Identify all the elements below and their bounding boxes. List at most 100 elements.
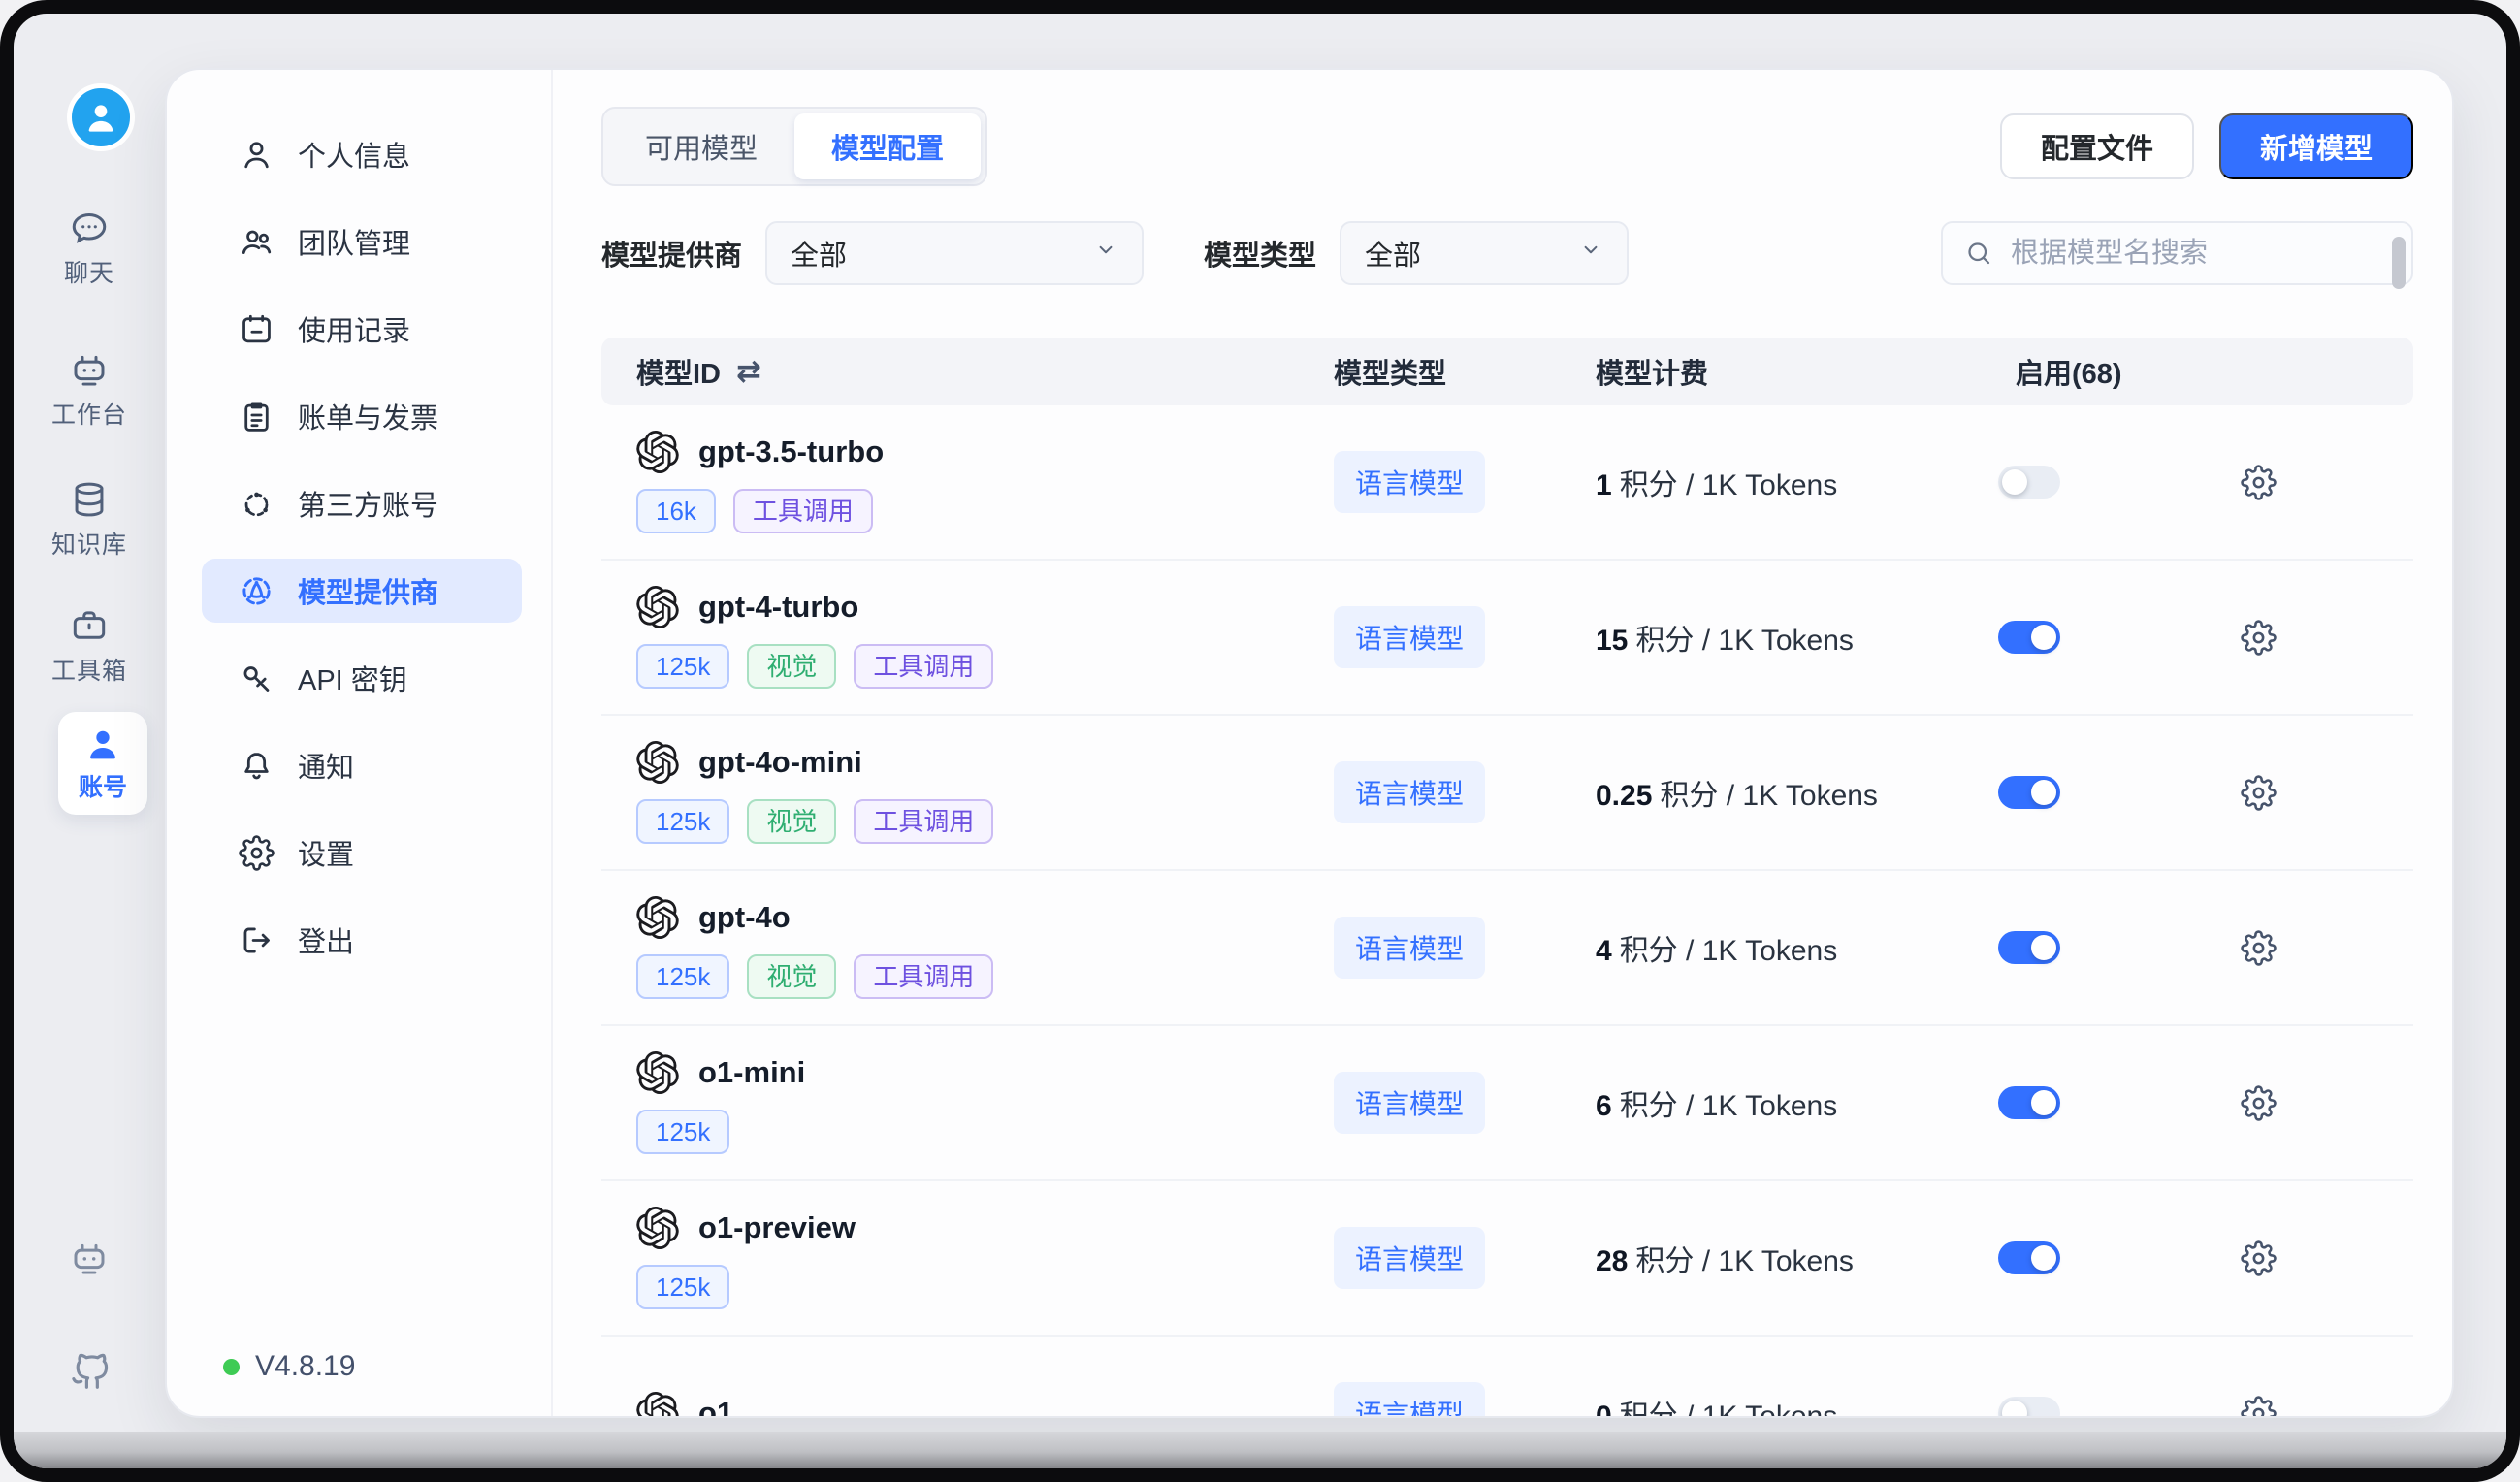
user-avatar[interactable] bbox=[67, 83, 135, 151]
gear-icon[interactable] bbox=[2241, 1085, 2277, 1121]
enable-toggle[interactable] bbox=[1998, 1086, 2060, 1119]
table-row: gpt-4o-mini 125k视觉工具调用 语言模型 0.25积分 / 1K … bbox=[601, 716, 2413, 871]
rail-item-toolbox[interactable]: 工具箱 bbox=[14, 605, 165, 687]
model-type-cell: 语言模型 bbox=[1334, 451, 1596, 513]
menu-item-billing[interactable]: 账单与发票 bbox=[202, 384, 522, 448]
enable-toggle[interactable] bbox=[1998, 1397, 2060, 1418]
enable-cell bbox=[1998, 776, 2241, 809]
model-type-badge: 语言模型 bbox=[1334, 451, 1485, 513]
menu-item-usage[interactable]: 使用记录 bbox=[202, 297, 522, 361]
billing-unit: 积分 / 1K Tokens bbox=[1620, 469, 1838, 501]
gear-icon[interactable] bbox=[2241, 1240, 2277, 1276]
billing-unit: 积分 / 1K Tokens bbox=[1620, 1401, 1838, 1418]
key-icon bbox=[239, 660, 275, 696]
model-type-badge: 语言模型 bbox=[1334, 761, 1485, 823]
chat-icon bbox=[69, 208, 110, 248]
topbar: 可用模型 模型配置 配置文件 新增模型 bbox=[601, 107, 2413, 186]
toolbar-actions: 配置文件 新增模型 bbox=[2000, 113, 2413, 179]
model-type-cell: 语言模型 bbox=[1334, 1072, 1596, 1134]
billing-unit: 积分 / 1K Tokens bbox=[1635, 1245, 1854, 1277]
menu-item-third-party[interactable]: 第三方账号 bbox=[202, 471, 522, 535]
network-icon bbox=[239, 486, 275, 522]
gear-icon[interactable] bbox=[2241, 1396, 2277, 1419]
enable-toggle[interactable] bbox=[1998, 621, 2060, 654]
model-tags: 125k视觉工具调用 bbox=[636, 954, 1334, 999]
model-tag: 125k bbox=[636, 1265, 729, 1309]
search-icon bbox=[1964, 239, 1993, 268]
gear-icon[interactable] bbox=[2241, 465, 2277, 500]
menu-item-api-keys[interactable]: API 密钥 bbox=[202, 646, 522, 710]
type-select[interactable]: 全部 bbox=[1340, 221, 1629, 285]
menu-label: 个人信息 bbox=[298, 134, 410, 175]
rail-item-workbench[interactable]: 工作台 bbox=[14, 349, 165, 431]
menu-item-notifications[interactable]: 通知 bbox=[202, 733, 522, 797]
account-person-icon bbox=[82, 724, 123, 764]
openai-logo-icon bbox=[636, 1392, 679, 1418]
billing-unit: 积分 / 1K Tokens bbox=[1620, 1090, 1838, 1122]
gear-icon[interactable] bbox=[2241, 620, 2277, 656]
model-type-badge: 语言模型 bbox=[1334, 1227, 1485, 1289]
model-type-badge: 语言模型 bbox=[1334, 606, 1485, 668]
table-row: gpt-3.5-turbo 16k工具调用 语言模型 1积分 / 1K Toke… bbox=[601, 405, 2413, 561]
rail-label: 工具箱 bbox=[51, 652, 127, 687]
openai-logo-icon bbox=[636, 586, 679, 628]
rail-item-chat[interactable]: 聊天 bbox=[14, 208, 165, 289]
model-cell: o1 bbox=[601, 1392, 1334, 1418]
toggle-knob bbox=[2002, 1401, 2027, 1418]
table-row: o1 语言模型 0积分 / 1K Tokens bbox=[601, 1337, 2413, 1418]
menu-item-logout[interactable]: 登出 bbox=[202, 908, 522, 972]
device-chin bbox=[14, 1432, 2506, 1468]
model-cell: gpt-3.5-turbo 16k工具调用 bbox=[601, 431, 1334, 533]
model-cell: o1-preview 125k bbox=[601, 1207, 1334, 1309]
add-model-button[interactable]: 新增模型 bbox=[2219, 113, 2413, 179]
gear-icon[interactable] bbox=[2241, 930, 2277, 966]
rail-item-knowledge[interactable]: 知识库 bbox=[14, 479, 165, 561]
database-icon bbox=[69, 479, 110, 520]
model-name: gpt-3.5-turbo bbox=[698, 435, 884, 469]
tab-model-config[interactable]: 模型配置 bbox=[794, 113, 981, 179]
model-tags: 125k视觉工具调用 bbox=[636, 799, 1334, 844]
rail-item-account[interactable]: 账号 bbox=[58, 712, 147, 815]
enable-toggle[interactable] bbox=[1998, 466, 2060, 499]
chevron-down-icon bbox=[1093, 237, 1118, 270]
left-rail: 聊天 工作台 知识库 工具箱 bbox=[14, 14, 165, 1432]
enable-toggle[interactable] bbox=[1998, 931, 2060, 964]
rail-item-bot[interactable] bbox=[14, 1238, 165, 1278]
version-text: V4.8.19 bbox=[255, 1350, 355, 1383]
tab-available-models[interactable]: 可用模型 bbox=[608, 113, 794, 179]
model-tag: 16k bbox=[636, 489, 716, 533]
rail-item-github[interactable] bbox=[14, 1348, 165, 1393]
model-search[interactable] bbox=[1941, 221, 2413, 285]
sort-icon[interactable]: ⇄ bbox=[736, 354, 761, 389]
rail-label: 工作台 bbox=[51, 396, 127, 431]
model-tabs: 可用模型 模型配置 bbox=[601, 107, 987, 186]
model-tag: 125k bbox=[636, 799, 729, 844]
enable-toggle[interactable] bbox=[1998, 1241, 2060, 1274]
model-type-cell: 语言模型 bbox=[1334, 917, 1596, 979]
billing-unit: 积分 / 1K Tokens bbox=[1620, 935, 1838, 967]
billing-price: 4 bbox=[1596, 935, 1612, 967]
account-sidebar: 个人信息 团队管理 使用记录 bbox=[167, 70, 553, 1416]
provider-select[interactable]: 全部 bbox=[765, 221, 1144, 285]
menu-label: 使用记录 bbox=[298, 308, 410, 349]
rail-label: 知识库 bbox=[51, 526, 127, 561]
billing-price: 6 bbox=[1596, 1090, 1612, 1122]
model-type-badge: 语言模型 bbox=[1334, 1072, 1485, 1134]
scrollbar-thumb[interactable] bbox=[2392, 237, 2406, 289]
invoice-icon bbox=[239, 399, 275, 435]
menu-item-personal-info[interactable]: 个人信息 bbox=[202, 122, 522, 186]
config-file-button[interactable]: 配置文件 bbox=[2000, 113, 2194, 179]
menu-item-team[interactable]: 团队管理 bbox=[202, 209, 522, 274]
search-input[interactable] bbox=[2009, 237, 2390, 271]
enable-toggle[interactable] bbox=[1998, 776, 2060, 809]
toggle-knob bbox=[2031, 935, 2056, 960]
model-name: o1-mini bbox=[698, 1055, 805, 1090]
menu-item-model-provider[interactable]: 模型提供商 bbox=[202, 559, 522, 623]
billing-price: 0.25 bbox=[1596, 780, 1652, 812]
gear-icon[interactable] bbox=[2241, 775, 2277, 811]
gear-icon bbox=[239, 835, 275, 871]
model-type-cell: 语言模型 bbox=[1334, 761, 1596, 823]
menu-item-settings[interactable]: 设置 bbox=[202, 821, 522, 885]
openai-logo-icon bbox=[636, 431, 679, 473]
model-tag: 工具调用 bbox=[854, 644, 993, 689]
